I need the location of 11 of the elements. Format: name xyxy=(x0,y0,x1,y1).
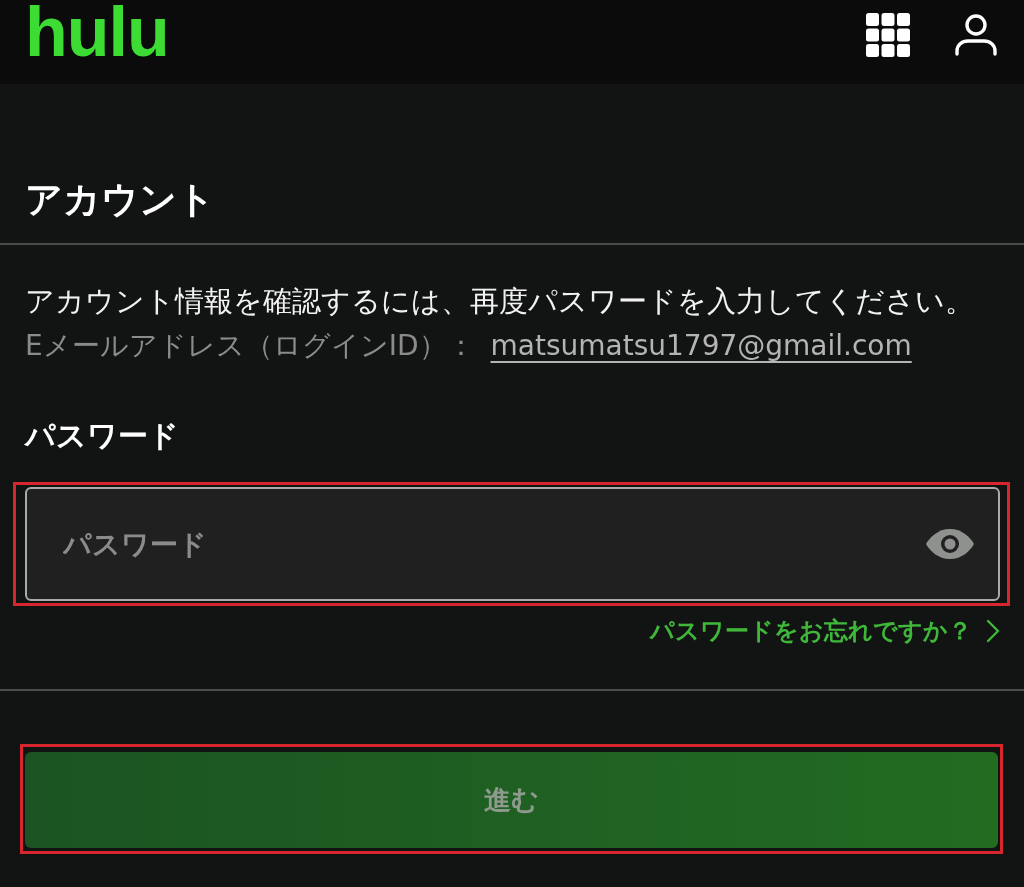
page-title: アカウント xyxy=(25,178,216,221)
email-link[interactable]: matsumatsu1797@gmail.com xyxy=(490,326,912,366)
logo[interactable]: hulu xyxy=(25,0,169,67)
forgot-password-link[interactable]: パスワードをお忘れですか？ xyxy=(650,615,972,647)
intro-text: アカウント情報を確認するには、再度パスワードを入力してください。 xyxy=(25,284,975,320)
chevron-right-icon[interactable] xyxy=(986,619,1000,643)
email-label: Eメールアドレス（ログインID）： xyxy=(25,328,475,364)
eye-icon[interactable] xyxy=(926,529,974,559)
app-grid-icon[interactable] xyxy=(866,13,910,57)
user-icon[interactable] xyxy=(955,14,997,56)
password-label: パスワード xyxy=(25,417,180,455)
